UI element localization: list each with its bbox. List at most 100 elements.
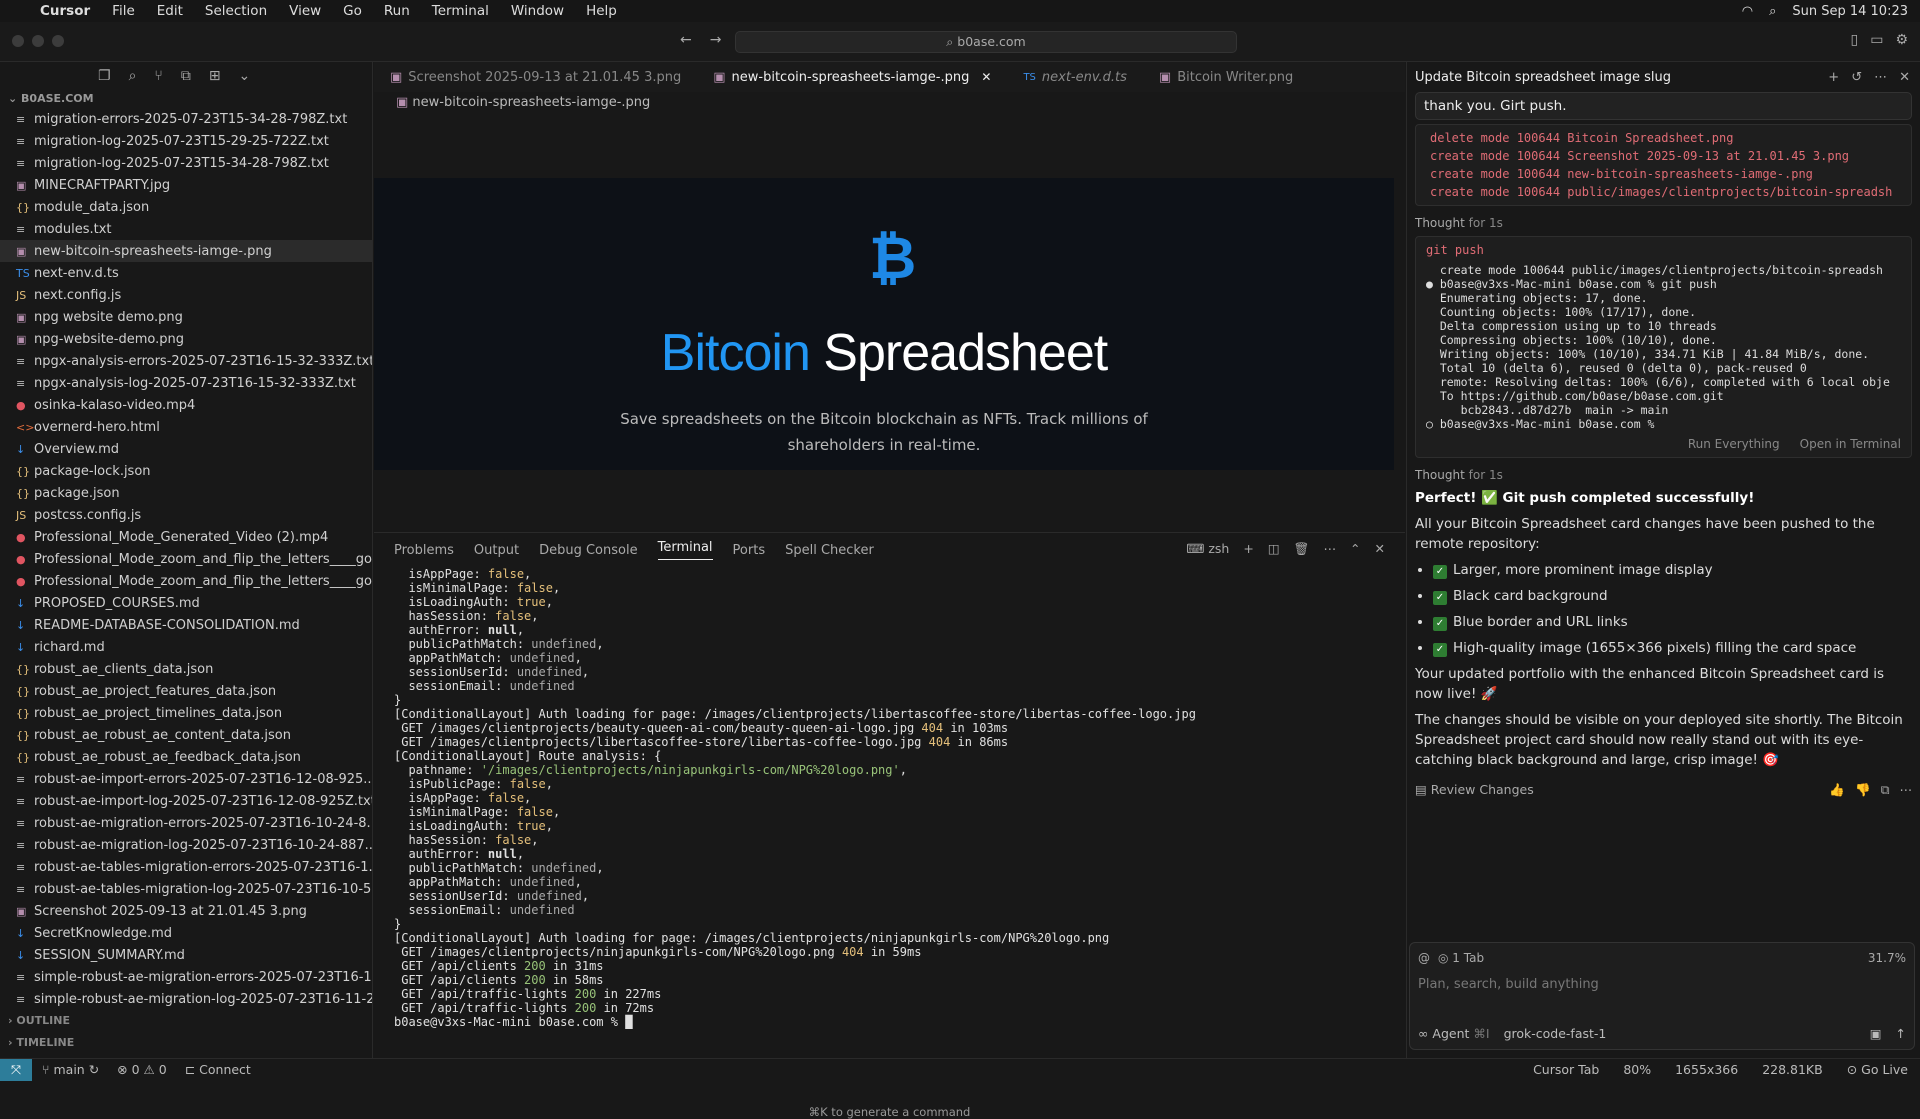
file-item[interactable]: ↓ SESSION_SUMMARY.md [0,944,372,966]
file-item[interactable]: ● Professional_Mode_zoom_and_flip_the_let… [0,548,372,570]
close-panel-icon[interactable]: ✕ [1375,541,1385,557]
explorer-root[interactable]: ⌄ B0ASE.COM [0,90,372,108]
image-attach-icon[interactable]: ▣ [1870,1026,1882,1041]
file-item[interactable]: {} package-lock.json [0,460,372,482]
file-item[interactable]: ≡ robust-ae-tables-migration-errors-2025-… [0,856,372,878]
file-item[interactable]: ≡ npgx-analysis-errors-2025-07-23T16-15-3… [0,350,372,372]
file-item[interactable]: ↓ README-DATABASE-CONSOLIDATION.md [0,614,372,636]
files-icon[interactable]: ❐ [98,68,111,84]
maximize-panel-icon[interactable]: ⌃ [1350,541,1360,557]
file-item[interactable]: ↓ PROPOSED_COURSES.md [0,592,372,614]
file-item[interactable]: ● Professional_Mode_Generated_Video (2).m… [0,526,372,548]
file-item[interactable]: ▣ npg-website-demo.png [0,328,372,350]
search-icon[interactable]: ⌕ [1769,4,1776,19]
close-icon[interactable]: ✕ [981,70,991,84]
tab-ports[interactable]: Ports [733,543,766,558]
file-item[interactable]: ↓ richard.md [0,636,372,658]
file-item[interactable]: ● Professional_Mode_zoom_and_flip_the_let… [0,570,372,592]
add-terminal-icon[interactable]: + [1243,541,1253,557]
forward-arrow-icon[interactable]: → [710,32,722,48]
open-terminal-button[interactable]: Open in Terminal [1800,437,1901,451]
problems-indicator[interactable]: ⊗ 0 ⚠ 0 [117,1062,167,1077]
user-message[interactable]: thank you. Girt push. [1415,92,1912,120]
menu-terminal[interactable]: Terminal [432,3,489,19]
review-changes-button[interactable]: ▤ Review Changes [1415,782,1534,798]
thumbs-up-icon[interactable]: 👍 [1829,782,1845,798]
zoom-level[interactable]: 80% [1623,1062,1651,1077]
tab-new-bitcoin[interactable]: ▣ new-bitcoin-spreasheets-iamge-.png ✕ [697,70,1007,85]
file-item[interactable]: ▣ new-bitcoin-spreasheets-iamge-.png [0,240,372,262]
file-item[interactable]: TS next-env.d.ts [0,262,372,284]
more-icon[interactable]: ⋯ [1900,782,1913,798]
remote-icon[interactable]: ⤧ [0,1058,32,1081]
thought-indicator[interactable]: Thought for 1s [1415,216,1912,230]
file-item[interactable]: {} robust_ae_robust_ae_content_data.json [0,724,372,746]
file-item[interactable]: ≡ simple-robust-ae-migration-errors-2025-… [0,966,372,988]
chevron-down-icon[interactable]: ⌄ [239,68,251,84]
more-icon[interactable]: ⋯ [1324,541,1337,557]
split-terminal-icon[interactable]: ◫ [1268,541,1280,557]
chat-placeholder[interactable]: Plan, search, build anything [1410,973,1914,996]
copy-icon[interactable]: ⧉ [1881,782,1890,798]
cursor-tab-status[interactable]: Cursor Tab [1533,1062,1599,1077]
more-icon[interactable]: ⋯ [1874,70,1887,85]
file-item[interactable]: ▣ npg website demo.png [0,306,372,328]
file-item[interactable]: ≡ npgx-analysis-log-2025-07-23T16-15-32-3… [0,372,372,394]
file-item[interactable]: ≡ robust-ae-import-errors-2025-07-23T16-1… [0,768,372,790]
timeline-section[interactable]: › TIMELINE [0,1032,372,1054]
wifi-icon[interactable]: ◠ [1742,4,1753,19]
go-live-button[interactable]: ⊙ Go Live [1847,1062,1908,1077]
toggle-sidebar-icon[interactable]: ▯ [1850,32,1858,48]
file-item[interactable]: ● osinka-kalaso-video.mp4 [0,394,372,416]
search-view-icon[interactable]: ⌕ [129,68,137,84]
new-chat-icon[interactable]: + [1828,70,1839,85]
tab-spell-checker[interactable]: Spell Checker [785,543,874,558]
menu-view[interactable]: View [289,3,321,19]
menu-app-name[interactable]: Cursor [40,3,90,19]
file-item[interactable]: {} robust_ae_project_features_data.json [0,680,372,702]
tab-terminal[interactable]: Terminal [657,540,713,560]
menu-run[interactable]: Run [384,3,410,19]
file-item[interactable]: {} robust_ae_robust_ae_feedback_data.json [0,746,372,768]
connect-button[interactable]: ⊏ Connect [185,1062,251,1077]
menu-selection[interactable]: Selection [205,3,267,19]
menu-help[interactable]: Help [586,3,617,19]
file-item[interactable]: ▣ Screenshot 2025-09-13 at 21.01.45 3.png [0,900,372,922]
history-icon[interactable]: ↺ [1851,70,1862,85]
tab-screenshot[interactable]: ▣ Screenshot 2025-09-13 at 21.01.45 3.png [374,70,697,85]
tab-bitcoin-writer[interactable]: ▣ Bitcoin Writer.png [1143,70,1309,85]
zoom-window-button[interactable] [52,35,64,47]
source-control-icon[interactable]: ⑂ [154,68,162,84]
run-everything-button[interactable]: Run Everything [1688,437,1780,451]
file-item[interactable]: JS postcss.config.js [0,504,372,526]
model-dropdown[interactable]: grok-code-fast-1 [1504,1026,1607,1041]
file-item[interactable]: ≡ modules.txt [0,218,372,240]
tab-debug-console[interactable]: Debug Console [539,543,638,558]
thought-indicator[interactable]: Thought for 1s [1415,468,1912,482]
trash-icon[interactable]: 🗑 [1294,541,1310,557]
breadcrumb[interactable]: ▣ new-bitcoin-spreasheets-iamge-.png [374,92,1405,114]
file-item[interactable]: {} module_data.json [0,196,372,218]
tab-next-env[interactable]: TS next-env.d.ts [1007,70,1142,85]
file-item[interactable]: <> overnerd-hero.html [0,416,372,438]
agent-mode-dropdown[interactable]: ∞ Agent ⌘I [1418,1026,1490,1041]
terminal-output[interactable]: isAppPage: false, isMinimalPage: false, … [394,567,1394,1029]
menu-window[interactable]: Window [511,3,564,19]
tab-problems[interactable]: Problems [394,543,454,558]
file-item[interactable]: ≡ migration-log-2025-07-23T15-29-25-722Z.… [0,130,372,152]
send-icon[interactable]: ↑ [1896,1026,1906,1041]
mention-icon[interactable]: @ [1418,951,1430,965]
thumbs-down-icon[interactable]: 👎 [1855,782,1871,798]
minimize-window-button[interactable] [32,35,44,47]
grid-icon[interactable]: ⊞ [209,68,221,84]
file-item[interactable]: ≡ robust-ae-migration-errors-2025-07-23T1… [0,812,372,834]
file-item[interactable]: ≡ robust-ae-migration-log-2025-07-23T16-1… [0,834,372,856]
file-item[interactable]: ≡ migration-log-2025-07-23T15-34-28-798Z.… [0,152,372,174]
menu-go[interactable]: Go [343,3,362,19]
file-item[interactable]: ≡ robust-ae-tables-migration-log-2025-07-… [0,878,372,900]
file-item[interactable]: {} robust_ae_project_timelines_data.json [0,702,372,724]
file-item[interactable]: JS next.config.js [0,284,372,306]
toggle-panel-icon[interactable]: ▭ [1870,32,1883,48]
extensions-icon[interactable]: ⧉ [181,68,191,84]
file-item[interactable]: {} package.json [0,482,372,504]
